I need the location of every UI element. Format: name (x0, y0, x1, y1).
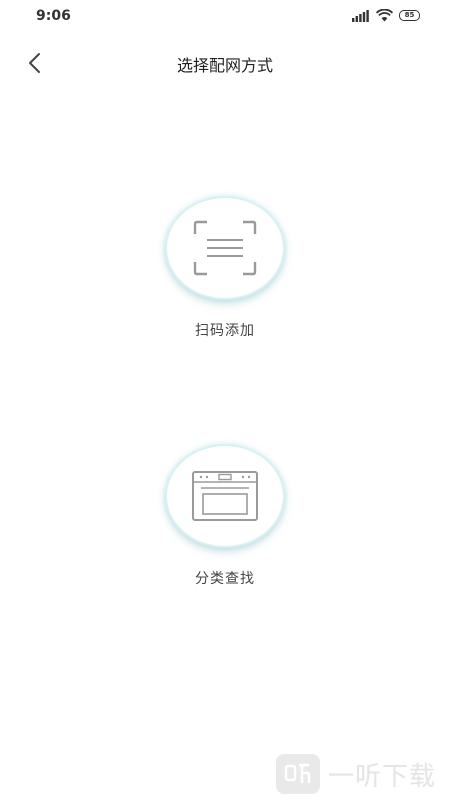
status-time: 9:06 (36, 8, 71, 24)
status-bar: 9:06 85 (0, 0, 450, 34)
watermark: 一听下载 (275, 754, 436, 794)
category-find-option[interactable]: 分类查找 (0, 444, 450, 588)
oven-icon (192, 471, 258, 521)
scan-qr-icon (193, 220, 257, 276)
battery-icon: 85 (399, 10, 420, 21)
scan-add-label: 扫码添加 (195, 323, 255, 339)
watermark-logo (275, 754, 320, 794)
page-title: 选择配网方式 (176, 56, 273, 75)
screen: 9:06 85 选择配网方式 扫码添加 分类查找 一听下载 (0, 0, 450, 800)
signal-icon (352, 9, 369, 22)
nav-bar: 选择配网方式 (0, 40, 450, 84)
watermark-text: 一听下载 (327, 761, 436, 792)
category-find-button[interactable] (165, 444, 285, 548)
watermark-logo-icon (284, 763, 311, 783)
battery-level: 85 (404, 11, 415, 19)
wifi-icon (376, 9, 393, 22)
category-find-label: 分类查找 (195, 571, 255, 587)
status-icons: 85 (352, 9, 420, 22)
scan-add-option[interactable]: 扫码添加 (0, 196, 450, 340)
scan-add-button[interactable] (165, 196, 285, 300)
